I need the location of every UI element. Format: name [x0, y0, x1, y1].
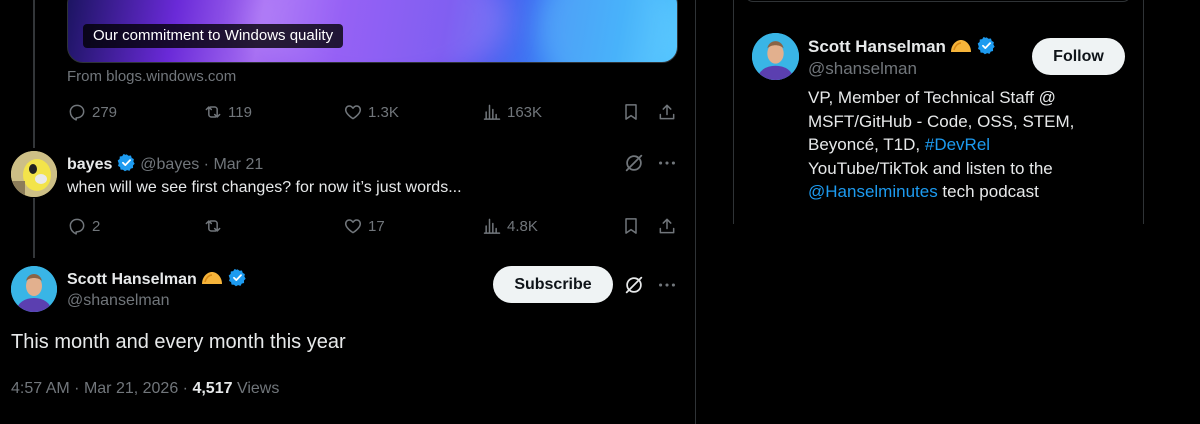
profile-bio: VP, Member of Technical Staff @ MSFT/Git…	[808, 86, 1108, 204]
thread-line	[33, 0, 35, 148]
share-button[interactable]	[657, 100, 677, 124]
avatar-image	[11, 151, 57, 197]
subscribe-button[interactable]: Subscribe	[493, 266, 613, 303]
retweet-count: 119	[228, 103, 252, 121]
hashtag-link[interactable]: #DevRel	[925, 135, 990, 154]
more-icon	[659, 283, 675, 287]
bookmark-icon	[625, 218, 637, 234]
author-name[interactable]: Scott Hanselman	[67, 271, 197, 288]
link-card-source[interactable]: From blogs.windows.com	[67, 68, 236, 85]
grok-button[interactable]	[623, 152, 645, 174]
share-button[interactable]	[657, 214, 677, 238]
reply-date[interactable]: Mar 21	[213, 156, 263, 173]
separator-dot: ·	[203, 156, 209, 173]
avatar-scott[interactable]	[11, 266, 57, 312]
follow-button[interactable]: Follow	[1032, 38, 1125, 75]
profile-handle[interactable]: @shanselman	[808, 59, 917, 79]
tweet-date[interactable]: Mar 21, 2026	[84, 380, 178, 397]
tweet-meta: 4:57 AM · Mar 21, 2026 · 4,517 Views	[11, 380, 280, 397]
tweet-text: This month and every month this year	[11, 331, 346, 353]
reply-header: bayes @bayes · Mar 21	[67, 153, 263, 174]
link-card-image[interactable]: Our commitment to Windows quality	[67, 0, 678, 63]
retweet-button[interactable]: 119	[203, 100, 252, 124]
bio-line: VP, Member of Technical Staff @	[808, 88, 1056, 107]
views-count: 4.8K	[507, 217, 538, 235]
avatar-image	[752, 33, 799, 80]
grok-icon	[625, 276, 643, 294]
timeline-column: Our commitment to Windows quality From b…	[0, 0, 696, 424]
mention-link[interactable]: @Hanselminutes	[808, 182, 938, 201]
taco-emoji	[950, 39, 972, 53]
reply-text: when will we see first changes? for now …	[67, 179, 462, 196]
author-handle[interactable]: @shanselman	[67, 292, 170, 310]
reply-author-handle[interactable]: @bayes	[140, 156, 199, 173]
views-icon	[483, 218, 501, 234]
views-label: Views	[236, 380, 280, 397]
views-button[interactable]: 4.8K	[482, 214, 538, 238]
bio-line: @Hanselminutes tech podcast	[808, 182, 1039, 201]
reply-icon	[69, 218, 85, 235]
link-card-title: Our commitment to Windows quality	[83, 24, 344, 48]
tweet-header: Scott Hanselman	[67, 268, 247, 289]
bio-line: MSFT/GitHub - Code, OSS, STEM,	[808, 111, 1075, 131]
bio-line: YouTube/TikTok and listen to the	[808, 158, 1053, 178]
like-count: 1.3K	[368, 103, 399, 121]
reply-count: 279	[92, 103, 118, 121]
profile-header: Scott Hanselman	[808, 36, 996, 57]
more-options-button[interactable]	[656, 274, 678, 296]
profile-avatar[interactable]	[752, 33, 799, 80]
taco-emoji	[201, 271, 223, 285]
avatar-image	[11, 266, 57, 312]
retweet-icon	[205, 220, 221, 232]
more-options-button[interactable]	[656, 152, 678, 174]
thread-line	[33, 198, 35, 258]
share-icon	[659, 218, 675, 234]
views-icon	[483, 104, 501, 120]
views-count: 163K	[507, 103, 543, 121]
retweet-button[interactable]	[203, 214, 223, 238]
reply-actions: 2 17 4.8K	[67, 214, 679, 238]
more-icon	[659, 161, 675, 165]
reply-icon	[69, 104, 85, 121]
tweet-actions: 279 119 1.3K 163K	[67, 100, 679, 124]
verified-icon	[117, 154, 135, 172]
avatar-bayes[interactable]	[11, 151, 57, 197]
like-button[interactable]: 17	[343, 214, 385, 238]
reply-count: 2	[92, 217, 101, 235]
bookmark-button[interactable]	[621, 100, 641, 124]
like-button[interactable]: 1.3K	[343, 100, 399, 124]
like-icon	[344, 105, 362, 120]
grok-icon	[625, 154, 643, 172]
bookmark-icon	[625, 104, 637, 120]
reply-author-name[interactable]: bayes	[67, 156, 112, 173]
share-icon	[659, 104, 675, 120]
verified-icon	[228, 269, 246, 287]
retweet-icon	[205, 106, 221, 118]
profile-name[interactable]: Scott Hanselman	[808, 37, 946, 56]
tweet-time[interactable]: 4:57 AM	[11, 380, 70, 397]
reply-button[interactable]: 279	[67, 100, 117, 124]
bookmark-button[interactable]	[621, 214, 641, 238]
reply-button[interactable]: 2	[67, 214, 100, 238]
like-icon	[344, 219, 362, 234]
views-number: 4,517	[192, 380, 233, 397]
views-button[interactable]: 163K	[482, 100, 542, 124]
verified-icon	[977, 37, 995, 55]
bio-line: Beyoncé, T1D, #DevRel	[808, 135, 991, 154]
grok-button[interactable]	[623, 274, 645, 296]
like-count: 17	[368, 217, 385, 235]
